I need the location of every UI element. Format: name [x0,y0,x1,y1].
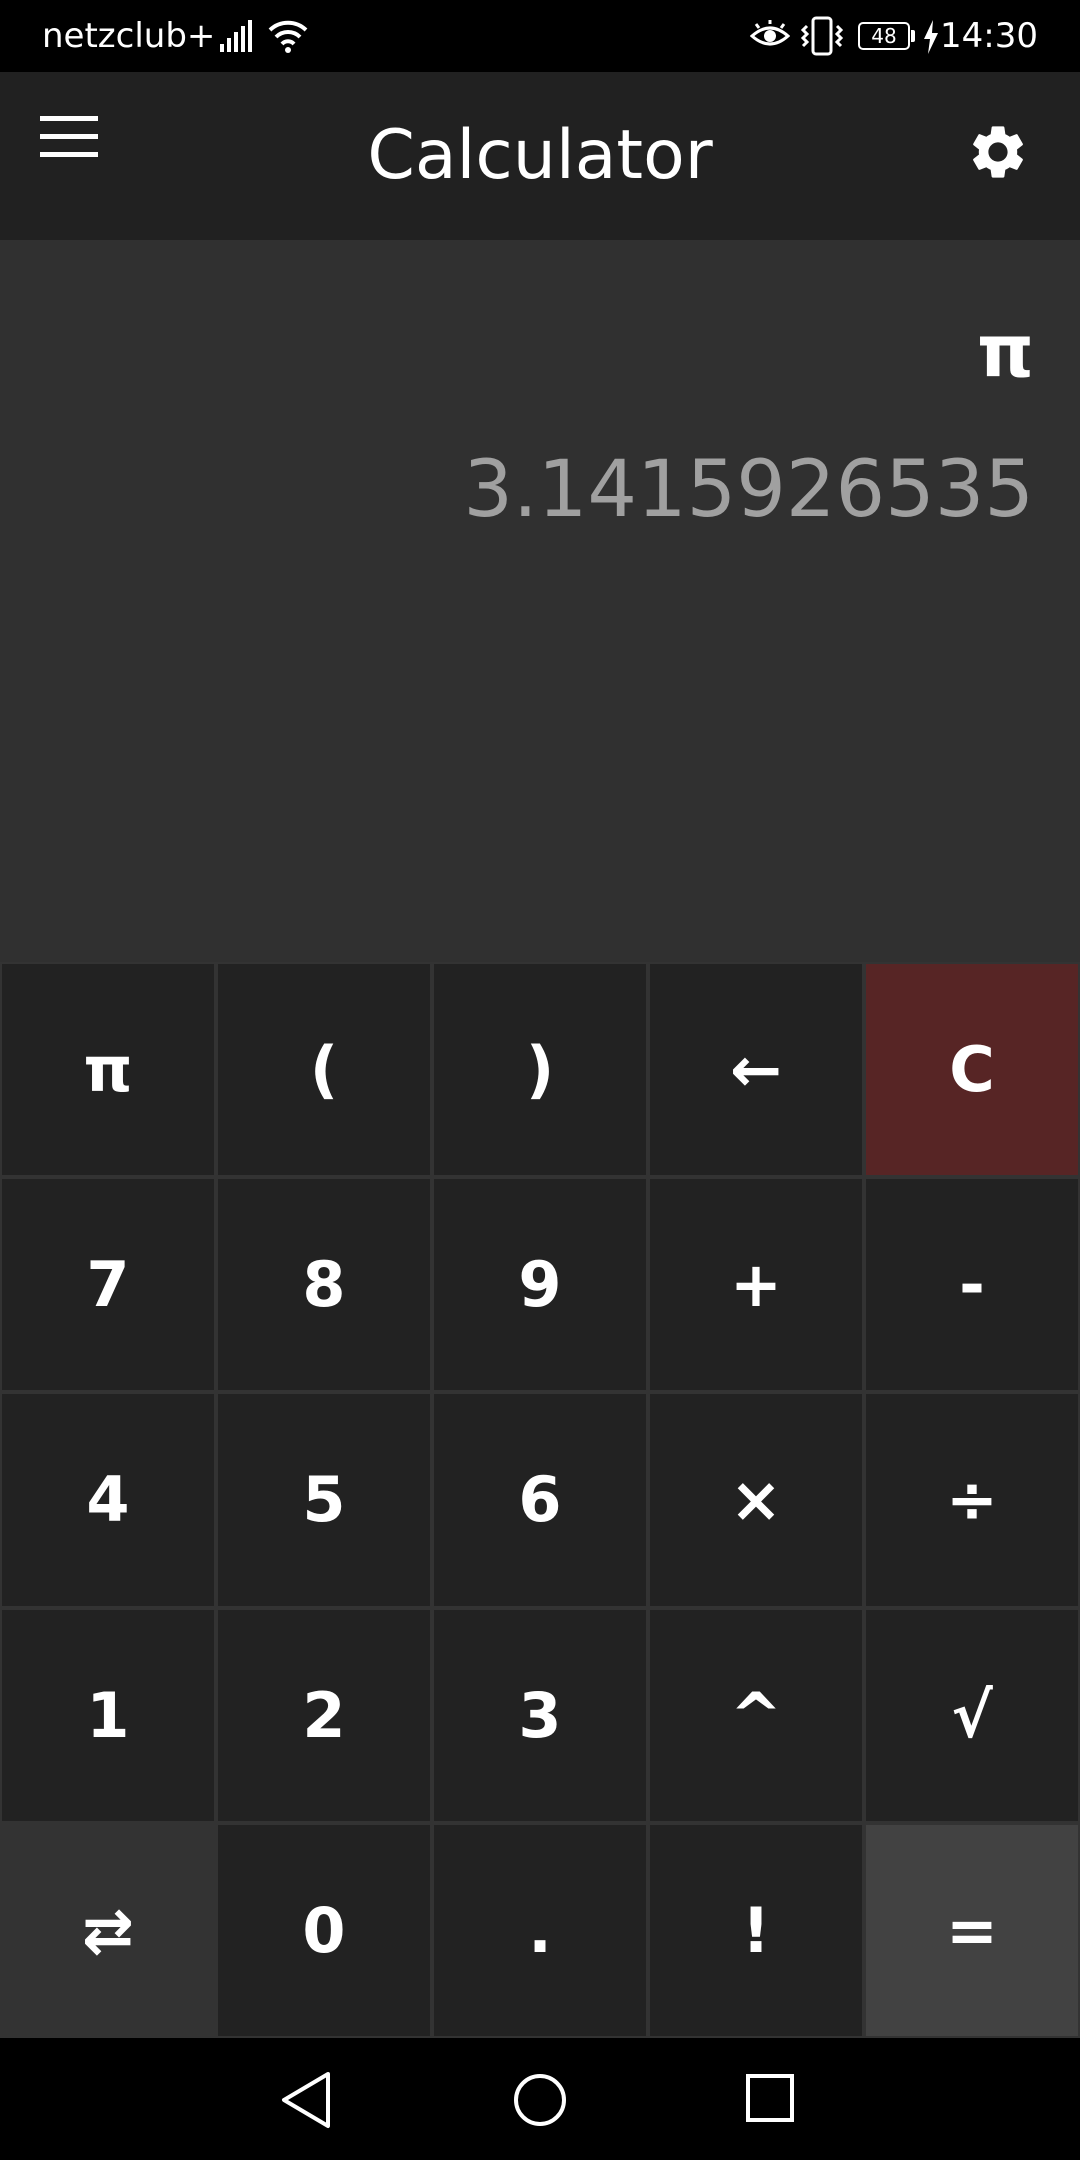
key-pi[interactable]: π [2,964,214,1176]
key-decimal[interactable]: . [434,1824,646,2036]
wifi-icon [268,16,308,60]
vibrate-icon [800,16,844,60]
key-close-paren[interactable]: ) [434,964,646,1176]
key-open-paren[interactable]: ( [218,964,430,1176]
calculator-screen: netzclub+ 48 14:30 Calculator π 3.141592… [0,0,1080,2160]
key-plus[interactable]: + [650,1179,862,1391]
expression-display[interactable]: π [977,306,1034,396]
key-1[interactable]: 1 [2,1609,214,1821]
key-clear[interactable]: C [866,964,1078,1176]
key-multiply[interactable]: × [650,1394,862,1606]
key-divide[interactable]: ÷ [866,1394,1078,1606]
page-title: Calculator [367,116,713,195]
key-6[interactable]: 6 [434,1394,646,1606]
key-minus[interactable]: - [866,1179,1078,1391]
key-switch-mode[interactable]: ⇄ [2,1824,214,2036]
status-bar: netzclub+ 48 14:30 [0,0,1080,72]
key-3[interactable]: 3 [434,1609,646,1821]
key-4[interactable]: 4 [2,1394,214,1606]
keypad: π ( ) ← C 7 8 9 + - 4 5 6 × ÷ 1 2 3 ^ √ … [0,962,1080,2038]
key-7[interactable]: 7 [2,1179,214,1391]
key-5[interactable]: 5 [218,1394,430,1606]
key-backspace[interactable]: ← [650,964,862,1176]
key-9[interactable]: 9 [434,1179,646,1391]
battery-tip [911,30,915,42]
clock: 14:30 [940,16,1038,56]
key-8[interactable]: 8 [218,1179,430,1391]
key-power[interactable]: ^ [650,1609,862,1821]
battery-icon: 48 [858,22,910,50]
back-icon[interactable] [278,2070,334,2134]
key-factorial[interactable]: ! [650,1824,862,2036]
carrier-name: netzclub+ [42,16,216,56]
gear-icon[interactable] [966,120,1038,192]
navigation-bar [0,2038,1080,2160]
battery-level: 48 [871,24,897,48]
result-display: 3.1415926535 [463,445,1034,535]
calculator-display: π 3.1415926535 [0,240,1080,962]
key-equals[interactable]: = [866,1824,1078,2036]
app-bar: Calculator [0,72,1080,240]
recent-apps-icon[interactable] [744,2072,796,2128]
key-0[interactable]: 0 [218,1824,430,2036]
eye-icon [749,20,791,56]
charging-icon [922,20,940,58]
signal-icon [220,20,256,56]
home-icon[interactable] [510,2070,570,2134]
key-2[interactable]: 2 [218,1609,430,1821]
key-sqrt[interactable]: √ [866,1609,1078,1821]
